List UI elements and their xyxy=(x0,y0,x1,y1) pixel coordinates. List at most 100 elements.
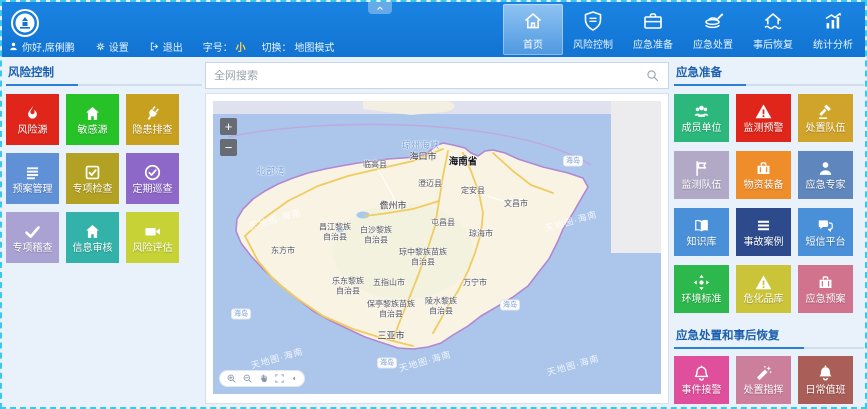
emergency-prep-tiles: 成员单位 监测预警 处置队伍 监测队伍 物资装备 应急专家 知识库 事故案例 短… xyxy=(674,94,864,313)
nav-post-recovery[interactable]: 事后恢复 xyxy=(743,2,803,57)
home-icon xyxy=(83,104,102,123)
global-search-bar xyxy=(205,62,669,89)
magnifier-plus-icon[interactable] xyxy=(226,373,237,384)
nav-home[interactable]: 首页 xyxy=(503,4,563,55)
person-icon xyxy=(816,159,835,178)
nav-risk-control[interactable]: 风险控制 xyxy=(563,2,623,57)
tile-plan-management[interactable]: 预案管理 xyxy=(6,153,59,204)
tile-risk-assessment[interactable]: 风险评估 xyxy=(126,212,179,263)
city-label: 海口市 xyxy=(409,152,436,163)
map-zoom-control: + − xyxy=(220,118,237,156)
app-window: 你好,席俐鹏 设置 退出 字号： 小 切换： 地图模式 首页 xyxy=(0,0,867,409)
county-label: 屯昌县 xyxy=(431,218,455,228)
tile-emergency-experts[interactable]: 应急专家 xyxy=(798,151,853,199)
tile-risk-source[interactable]: 风险源 xyxy=(6,94,59,145)
county-label: 乐东黎族自治县 xyxy=(329,276,367,295)
sea-island-label: 海岛 xyxy=(500,300,520,311)
emergency-prep-panel: 应急准备 成员单位 监测预警 处置队伍 监测队伍 物资装备 应急专家 知识库 事… xyxy=(674,59,864,404)
book-icon xyxy=(692,216,711,235)
tile-sms-platform[interactable]: 短信平台 xyxy=(798,208,853,256)
response-recovery-tiles: 事件接警 处置指挥 日常值班 xyxy=(674,356,864,404)
chat-icon xyxy=(816,216,835,235)
tile-member-units[interactable]: 成员单位 xyxy=(674,94,729,142)
logout-button[interactable]: 退出 xyxy=(149,39,183,54)
city-label: 儋州市 xyxy=(379,201,406,212)
flag-icon xyxy=(692,159,711,178)
font-size-control: 字号： 小 xyxy=(203,39,246,54)
warning-icon xyxy=(754,273,773,292)
tile-daily-duty[interactable]: 日常值班 xyxy=(798,356,853,404)
full-extent-icon[interactable] xyxy=(274,373,285,384)
county-label: 定安县 xyxy=(461,186,485,196)
nav-statistics[interactable]: 统计分析 xyxy=(803,2,863,57)
city-label: 东方市 xyxy=(271,246,295,256)
tile-sensitive-source[interactable]: 敏感源 xyxy=(66,94,119,145)
risk-control-tiles: 风险源 敏感源 隐患排查 预案管理 专项检查 定期巡查 专项稽查 信息审核 风险… xyxy=(6,94,202,263)
main-nav: 首页 风险控制 应急准备 应急处置 事后恢复 统计分析 xyxy=(503,2,863,57)
tile-periodic-patrol[interactable]: 定期巡查 xyxy=(126,153,179,204)
tile-emergency-plans[interactable]: 应急预案 xyxy=(798,265,853,313)
tile-command-dispatch[interactable]: 处置指挥 xyxy=(736,356,791,404)
tile-monitor-team[interactable]: 监测队伍 xyxy=(674,151,729,199)
hainan-map[interactable]: 琼州海峡 北部湾 海南省 海口市 临高县 澄迈县 定安县 文昌市 儋州市 昌江黎… xyxy=(213,101,661,394)
search-icon[interactable] xyxy=(645,68,660,83)
search-input[interactable] xyxy=(206,70,645,82)
county-label: 昌江黎族自治县 xyxy=(316,222,354,241)
county-label: 白沙黎族自治县 xyxy=(357,225,395,244)
map-mode-option[interactable]: 地图模式 xyxy=(294,43,334,54)
magnifier-minus-icon[interactable] xyxy=(242,373,253,384)
checkbox-icon xyxy=(83,163,102,182)
zoom-in-button[interactable]: + xyxy=(220,118,237,135)
top-header-bar: 你好,席俐鹏 设置 退出 字号： 小 切换： 地图模式 首页 xyxy=(2,2,865,57)
tile-supplies-equipment[interactable]: 物资装备 xyxy=(736,151,791,199)
county-label: 临高县 xyxy=(363,160,387,170)
tile-hazard-inspection[interactable]: 隐患排查 xyxy=(126,94,179,145)
risk-control-title: 风险控制 xyxy=(6,59,202,84)
tile-info-review[interactable]: 信息审核 xyxy=(66,212,119,263)
city-label: 三亚市 xyxy=(377,331,404,342)
chart-icon xyxy=(821,9,845,33)
wand-icon xyxy=(754,364,773,383)
shield-icon xyxy=(581,9,605,33)
tile-hazmat-database[interactable]: 危化品库 xyxy=(736,265,791,313)
tile-monitor-warning[interactable]: 监测预警 xyxy=(736,94,791,142)
county-label: 琼中黎族苗族自治县 xyxy=(396,247,450,266)
map-toolbar xyxy=(219,370,305,387)
tile-knowledge-base[interactable]: 知识库 xyxy=(674,208,729,256)
county-label: 陵水黎族自治县 xyxy=(422,296,460,315)
briefcase-icon xyxy=(641,9,665,33)
mode-switch: 切换： 地图模式 xyxy=(262,39,335,54)
tile-incident-alarm[interactable]: 事件接警 xyxy=(674,356,729,404)
gear-icon xyxy=(95,41,106,52)
county-label: 琼海市 xyxy=(469,229,493,239)
title-underline xyxy=(6,84,202,86)
title-underline xyxy=(674,84,864,86)
logout-icon xyxy=(149,41,160,52)
province-label: 海南省 xyxy=(449,156,478,167)
warning-icon xyxy=(754,102,773,121)
pan-hand-icon[interactable] xyxy=(258,373,269,384)
suitcase-icon xyxy=(754,159,773,178)
tile-special-audit[interactable]: 专项稽查 xyxy=(6,212,59,263)
collapse-toolbar-icon[interactable] xyxy=(290,373,298,384)
tile-response-team[interactable]: 处置队伍 xyxy=(798,94,853,142)
gulf-label: 北部湾 xyxy=(257,166,286,176)
tile-special-check[interactable]: 专项检查 xyxy=(66,153,119,204)
user-greeting[interactable]: 你好,席俐鹏 xyxy=(8,39,75,54)
emergency-prep-title: 应急准备 xyxy=(674,59,864,84)
tile-accident-cases[interactable]: 事故案例 xyxy=(736,208,791,256)
check-circle-icon xyxy=(143,163,162,182)
zoom-out-button[interactable]: − xyxy=(220,139,237,156)
suitcase-icon xyxy=(816,273,835,292)
gov-emblem-logo xyxy=(10,8,40,38)
people-icon xyxy=(692,102,711,121)
nav-emergency-preparation[interactable]: 应急准备 xyxy=(623,2,683,57)
home-icon xyxy=(521,9,545,33)
nav-emergency-response[interactable]: 应急处置 xyxy=(683,2,743,57)
menu-icon xyxy=(754,216,773,235)
settings-button[interactable]: 设置 xyxy=(95,39,129,54)
tile-environment-standards[interactable]: 环境标准 xyxy=(674,265,729,313)
collapse-header-button[interactable] xyxy=(368,2,392,14)
map-panel: 琼州海峡 北部湾 海南省 海口市 临高县 澄迈县 定安县 文昌市 儋州市 昌江黎… xyxy=(205,93,669,404)
font-size-small-option[interactable]: 小 xyxy=(236,43,246,54)
